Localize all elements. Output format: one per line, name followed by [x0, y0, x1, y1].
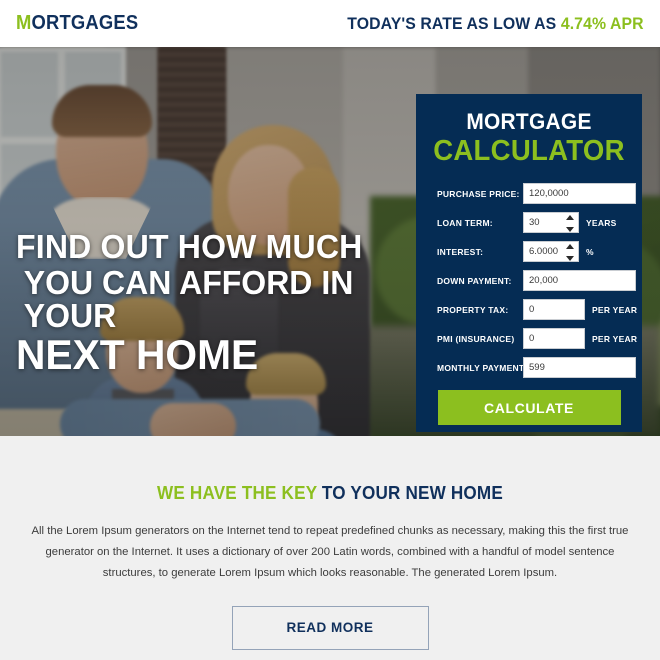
- input-property-tax[interactable]: 0: [523, 299, 585, 320]
- input-monthly-payment[interactable]: 599: [523, 357, 636, 378]
- caret-up-icon[interactable]: [565, 244, 574, 249]
- read-more-button[interactable]: READ MORE: [231, 605, 429, 650]
- field-row-property-tax: PROPERTY TAX: 0 PER YEAR: [437, 299, 642, 320]
- input-interest-value: 6.0000: [529, 246, 559, 257]
- input-loan-term-value: 30: [529, 217, 540, 228]
- field-row-interest: INTEREST: 6.0000 %: [437, 241, 642, 262]
- field-row-loan-term: LOAN TERM: 30 YEARS: [437, 212, 642, 233]
- site-header: MORTGAGES TODAY'S RATE AS LOW AS 4.74% A…: [0, 0, 660, 47]
- rate-prefix-text: TODAY'S RATE AS LOW AS: [347, 13, 562, 33]
- hero-headline-line-3: NEXT HOME: [16, 331, 259, 378]
- calculator-title-secondary: CALCULATOR: [433, 135, 625, 167]
- section-heading-highlight: WE HAVE THE KEY: [157, 483, 317, 503]
- landing-page: MORTGAGES TODAY'S RATE AS LOW AS 4.74% A…: [0, 0, 660, 660]
- label-purchase-price: PURCHASE PRICE:: [437, 188, 520, 199]
- label-loan-term: LOAN TERM:: [437, 217, 493, 228]
- input-loan-term[interactable]: 30: [523, 212, 579, 233]
- calculator-title-primary: MORTGAGE: [466, 109, 592, 134]
- caret-up-icon[interactable]: [565, 215, 574, 220]
- calculate-button[interactable]: CALCULATE: [437, 390, 621, 425]
- label-pmi: PMI (INSURANCE): [437, 333, 515, 344]
- hero-headline-line-1: FIND OUT HOW MUCH: [16, 228, 363, 265]
- hero-headline-line-2: YOU CAN AFFORD IN YOUR: [23, 264, 354, 334]
- unit-interest: %: [586, 246, 594, 257]
- logo-initial: M: [16, 12, 32, 34]
- unit-property-tax: PER YEAR: [592, 304, 638, 315]
- hero-headline: FIND OUT HOW MUCH YOU CAN AFFORD IN YOUR…: [16, 230, 416, 376]
- rate-value: 4.74% APR: [561, 13, 644, 33]
- caret-down-icon[interactable]: [565, 227, 574, 232]
- hero-section: FIND OUT HOW MUCH YOU CAN AFFORD IN YOUR…: [0, 47, 660, 436]
- section-heading-rest: TO YOUR NEW HOME: [316, 483, 503, 503]
- label-property-tax: PROPERTY TAX:: [437, 304, 509, 315]
- unit-loan-term: YEARS: [586, 217, 617, 228]
- input-pmi[interactable]: 0: [523, 328, 585, 349]
- calculator-fields: PURCHASE PRICE: 120,0000 LOAN TERM: 30 Y…: [416, 183, 642, 378]
- content-section: WE HAVE THE KEY TO YOUR NEW HOME All the…: [0, 436, 660, 660]
- field-row-down-payment: DOWN PAYMENT: 20,000: [437, 270, 642, 291]
- field-row-pmi: PMI (INSURANCE) 0 PER YEAR: [437, 328, 642, 349]
- todays-rate-banner: TODAY'S RATE AS LOW AS 4.74% APR: [348, 14, 644, 34]
- input-interest[interactable]: 6.0000: [523, 241, 579, 262]
- label-monthly-payment: MONTHLY PAYMENT:: [437, 362, 527, 373]
- field-row-purchase-price: PURCHASE PRICE: 120,0000: [437, 183, 642, 204]
- site-logo[interactable]: MORTGAGES: [16, 12, 138, 35]
- stepper-loan-term[interactable]: [565, 215, 574, 232]
- caret-down-icon[interactable]: [565, 256, 574, 261]
- section-paragraph: All the Lorem Ipsum generators on the In…: [31, 525, 629, 579]
- mortgage-calculator-panel: MORTGAGE CALCULATOR PURCHASE PRICE: 120,…: [416, 94, 642, 432]
- label-down-payment: DOWN PAYMENT:: [437, 275, 512, 286]
- logo-text: ORTGAGES: [31, 12, 139, 34]
- field-row-monthly-payment: MONTHLY PAYMENT: 599: [437, 357, 642, 378]
- unit-pmi: PER YEAR: [592, 333, 638, 344]
- section-heading: WE HAVE THE KEY TO YOUR NEW HOME: [17, 483, 644, 504]
- label-interest: INTEREST:: [437, 246, 484, 257]
- input-purchase-price[interactable]: 120,0000: [523, 183, 636, 204]
- input-down-payment[interactable]: 20,000: [523, 270, 636, 291]
- stepper-interest[interactable]: [565, 244, 574, 261]
